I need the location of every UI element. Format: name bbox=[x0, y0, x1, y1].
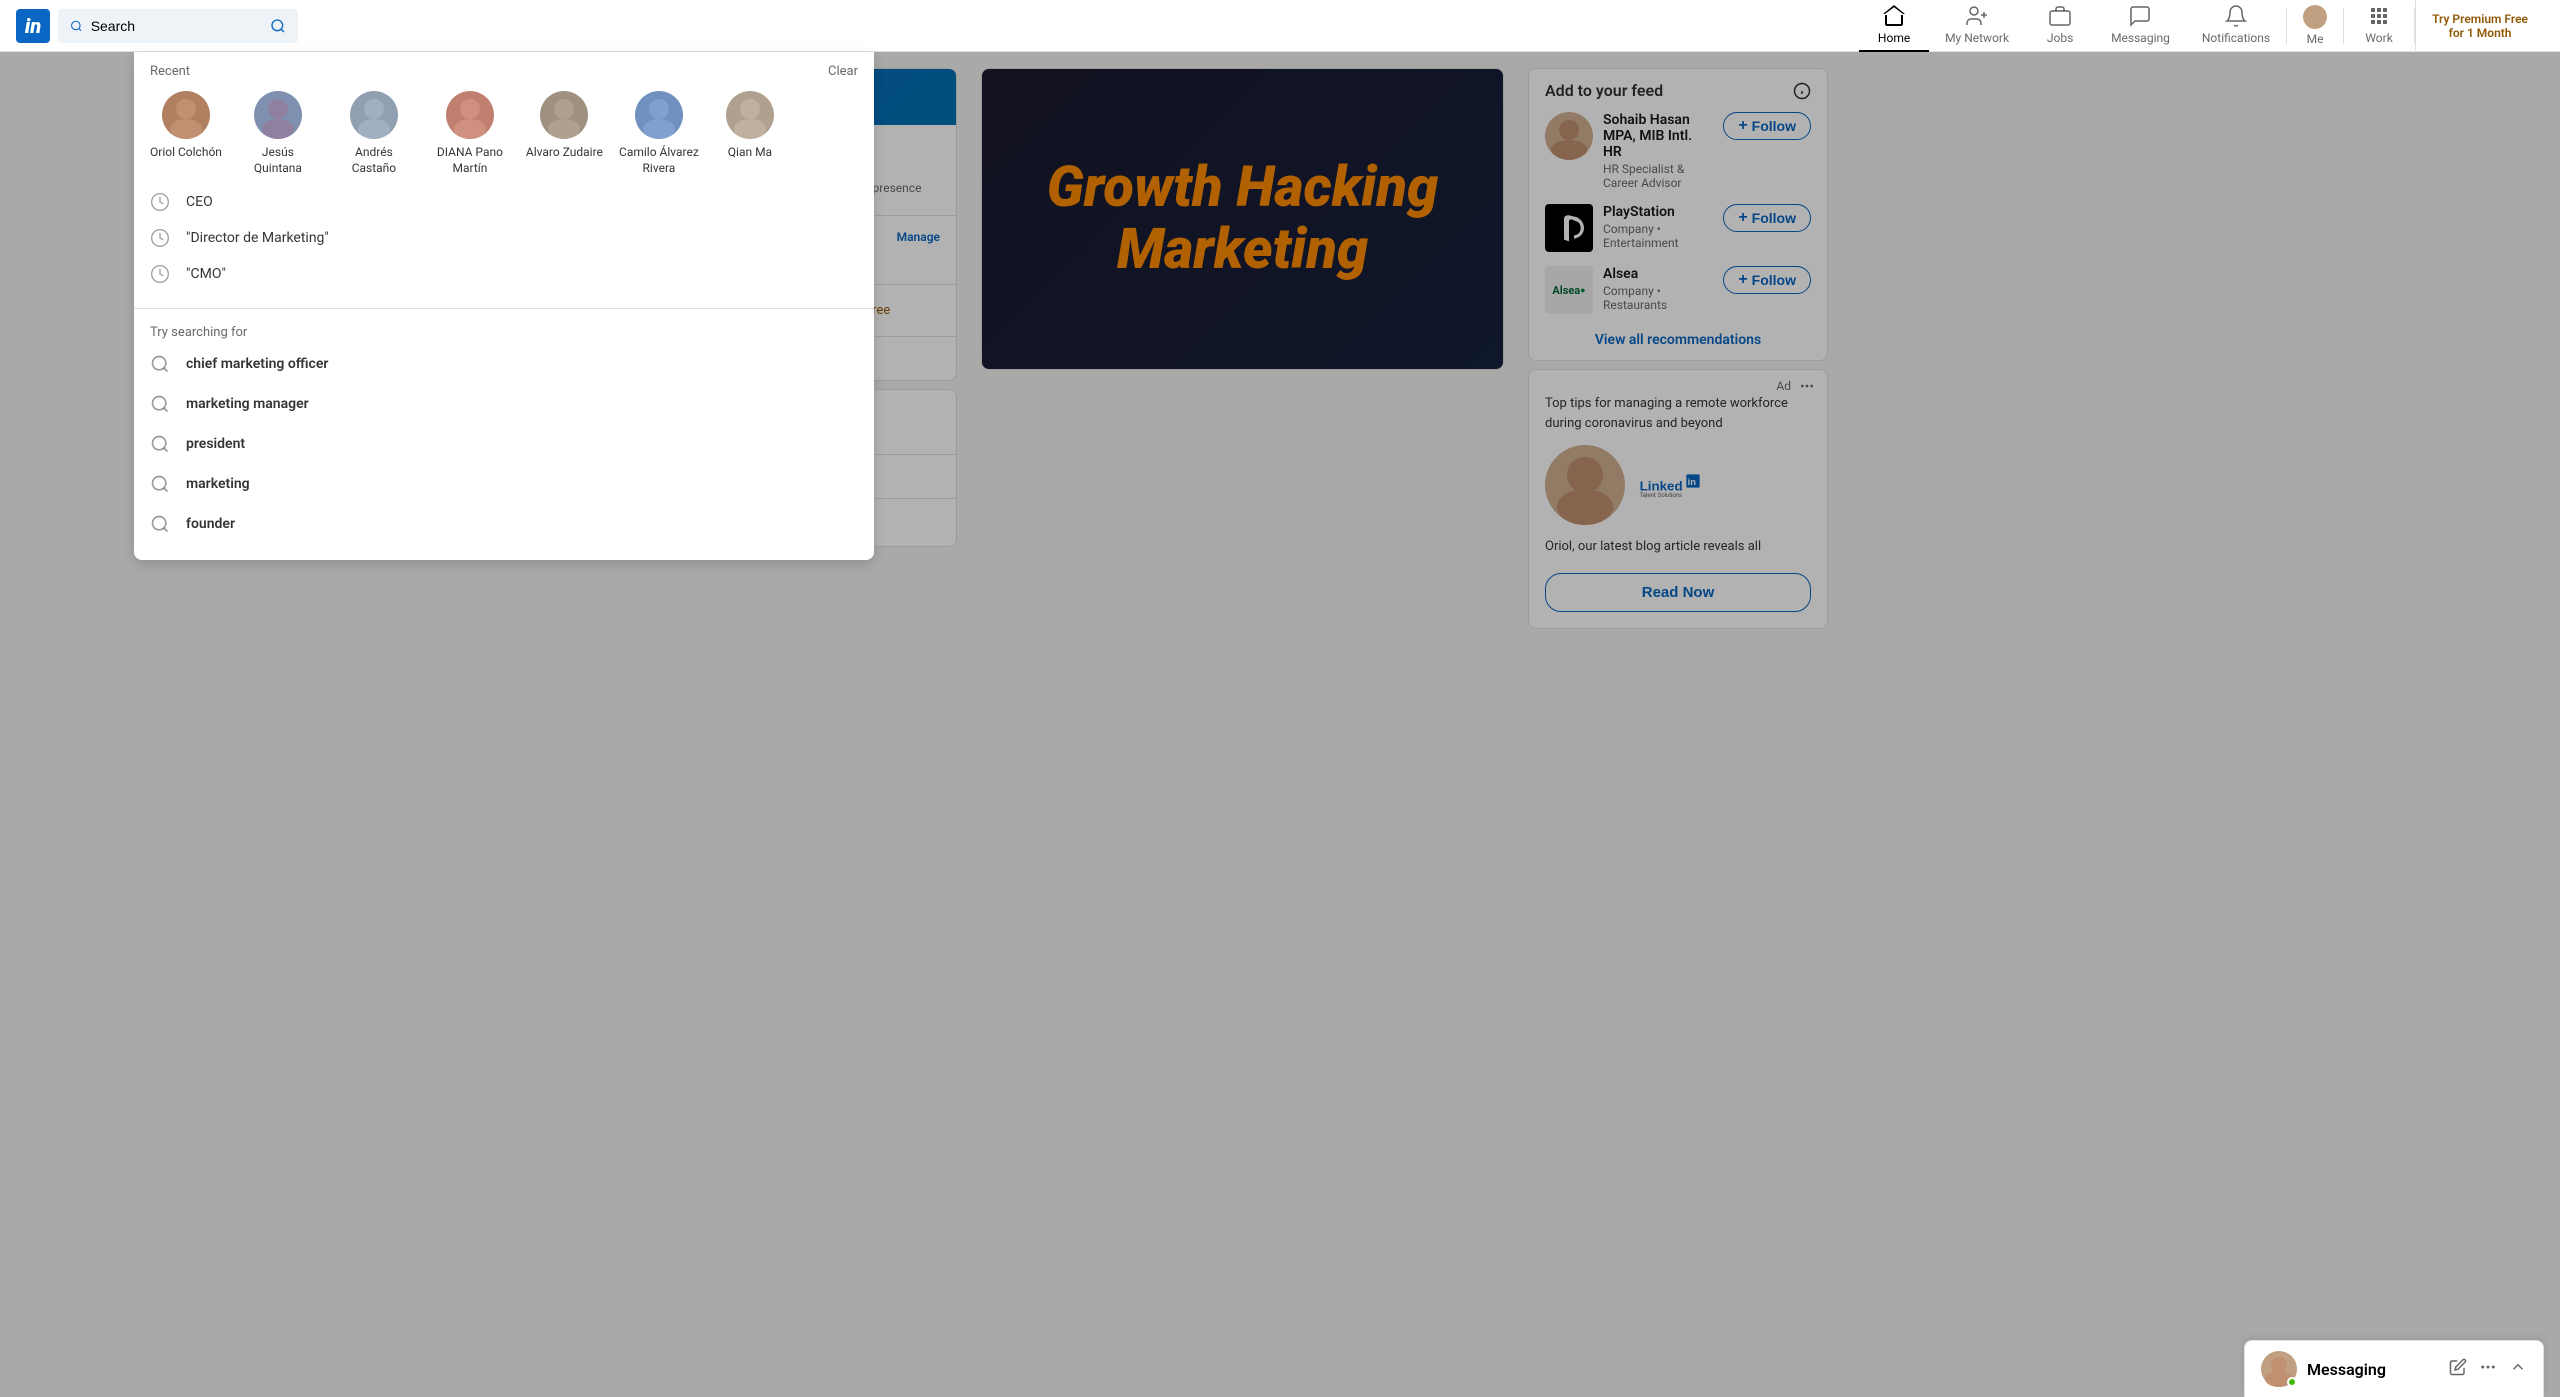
clock-icon bbox=[150, 192, 170, 212]
recent-person-name: Camilo Álvarez Rivera bbox=[619, 145, 699, 176]
nav-item-my-network[interactable]: My Network bbox=[1929, 0, 2025, 52]
suggestions-list: chief marketing officer marketing manage… bbox=[134, 344, 874, 544]
nav-notifications-label: Notifications bbox=[2202, 31, 2270, 45]
nav-item-jobs[interactable]: Jobs bbox=[2025, 0, 2095, 52]
recent-person-name: DIANA Pano Martín bbox=[430, 145, 510, 176]
search-icon-small bbox=[150, 394, 170, 414]
search-box bbox=[58, 9, 298, 43]
suggestion-item[interactable]: marketing manager bbox=[134, 384, 874, 424]
nav-messaging-label: Messaging bbox=[2111, 31, 2170, 45]
messaging-edit-button[interactable] bbox=[2449, 1358, 2467, 1381]
nav-me-label: Me bbox=[2307, 32, 2324, 46]
recent-avatar bbox=[446, 91, 494, 139]
nav-item-work[interactable]: Work bbox=[2344, 0, 2414, 52]
suggestion-item[interactable]: chief marketing officer bbox=[134, 344, 874, 384]
search-button[interactable] bbox=[270, 18, 286, 34]
recent-person-name: Andrés Castaño bbox=[334, 145, 414, 176]
messaging-actions bbox=[2449, 1358, 2527, 1381]
dropdown-divider bbox=[134, 308, 874, 309]
nav-item-notifications[interactable]: Notifications bbox=[2186, 0, 2286, 52]
nav-premium[interactable]: Try Premium Free for 1 Month bbox=[2415, 0, 2544, 52]
recent-person-name: Alvaro Zudaire bbox=[526, 145, 603, 161]
recent-person[interactable]: Camilo Álvarez Rivera bbox=[619, 91, 699, 176]
recent-searches: CEO "Director de Marketing" "CMO" bbox=[134, 176, 874, 300]
try-searching-label: Try searching for bbox=[134, 317, 874, 344]
recent-search-item[interactable]: "CMO" bbox=[134, 256, 874, 292]
recent-person[interactable]: Oriol Colchón bbox=[150, 91, 222, 176]
recent-avatar bbox=[726, 91, 774, 139]
recent-label: Recent bbox=[150, 64, 190, 79]
nav-work-label: Work bbox=[2365, 31, 2392, 45]
recent-person[interactable]: Andrés Castaño bbox=[334, 91, 414, 176]
recent-people-list: Oriol Colchón Jesús Quintana Andrés Cast… bbox=[134, 91, 874, 176]
nav-item-home[interactable]: Home bbox=[1859, 0, 1929, 52]
messaging-label: Messaging bbox=[2307, 1360, 2439, 1379]
nav-item-me[interactable]: Me bbox=[2287, 0, 2343, 52]
suggestion-text: chief marketing officer bbox=[186, 356, 328, 372]
recent-avatar bbox=[635, 91, 683, 139]
clock-icon bbox=[150, 228, 170, 248]
recent-search-text: "CMO" bbox=[186, 266, 226, 282]
search-dropdown: Recent Clear Oriol Colchón Jesús Quintan… bbox=[134, 52, 874, 560]
recent-person-name: Oriol Colchón bbox=[150, 145, 222, 161]
suggestion-item[interactable]: marketing bbox=[134, 464, 874, 504]
recent-person[interactable]: Qian Ma bbox=[715, 91, 785, 176]
premium-line1: Try Premium Free bbox=[2432, 12, 2528, 26]
premium-line2: for 1 Month bbox=[2449, 26, 2512, 40]
nav-item-messaging[interactable]: Messaging bbox=[2095, 0, 2186, 52]
recent-person-name: Qian Ma bbox=[728, 145, 772, 161]
recent-search-text: CEO bbox=[186, 194, 213, 210]
recent-avatar bbox=[350, 91, 398, 139]
nav-jobs-label: Jobs bbox=[2047, 31, 2073, 45]
recent-avatar bbox=[254, 91, 302, 139]
recent-search-text: "Director de Marketing" bbox=[186, 230, 329, 246]
online-indicator bbox=[2287, 1377, 2297, 1387]
search-icon-small bbox=[150, 474, 170, 494]
nav-items: Home My Network Jobs Messaging Notificat… bbox=[1859, 0, 2544, 52]
recent-person-name: Jesús Quintana bbox=[238, 145, 318, 176]
search-input[interactable] bbox=[91, 18, 262, 34]
messaging-collapse-button[interactable] bbox=[2509, 1358, 2527, 1381]
suggestion-text: marketing manager bbox=[186, 396, 309, 412]
messaging-more-button[interactable] bbox=[2479, 1358, 2497, 1381]
recent-person[interactable]: Alvaro Zudaire bbox=[526, 91, 603, 176]
search-icon-small bbox=[150, 514, 170, 534]
recent-search-item[interactable]: CEO bbox=[134, 184, 874, 220]
suggestion-text: president bbox=[186, 436, 245, 452]
linkedin-logo[interactable]: in bbox=[16, 9, 50, 43]
suggestion-text: founder bbox=[186, 516, 235, 532]
messaging-bar[interactable]: Messaging bbox=[2244, 1340, 2544, 1397]
recent-search-item[interactable]: "Director de Marketing" bbox=[134, 220, 874, 256]
recent-avatar bbox=[540, 91, 588, 139]
suggestion-item[interactable]: president bbox=[134, 424, 874, 464]
navbar: in Home My Network Jobs Me bbox=[0, 0, 2560, 52]
search-icon-small bbox=[150, 434, 170, 454]
search-icon-small bbox=[150, 354, 170, 374]
nav-home-label: Home bbox=[1878, 31, 1910, 45]
recent-person[interactable]: Jesús Quintana bbox=[238, 91, 318, 176]
recent-person[interactable]: DIANA Pano Martín bbox=[430, 91, 510, 176]
nav-network-label: My Network bbox=[1945, 31, 2009, 45]
messaging-avatar bbox=[2261, 1351, 2297, 1387]
search-icon bbox=[70, 18, 83, 34]
recent-section: Recent Clear bbox=[134, 52, 874, 79]
clear-button[interactable]: Clear bbox=[828, 64, 858, 79]
suggestion-item[interactable]: founder bbox=[134, 504, 874, 544]
recent-avatar bbox=[162, 91, 210, 139]
clock-icon bbox=[150, 264, 170, 284]
nav-me-avatar bbox=[2303, 5, 2327, 29]
suggestion-text: marketing bbox=[186, 476, 250, 492]
